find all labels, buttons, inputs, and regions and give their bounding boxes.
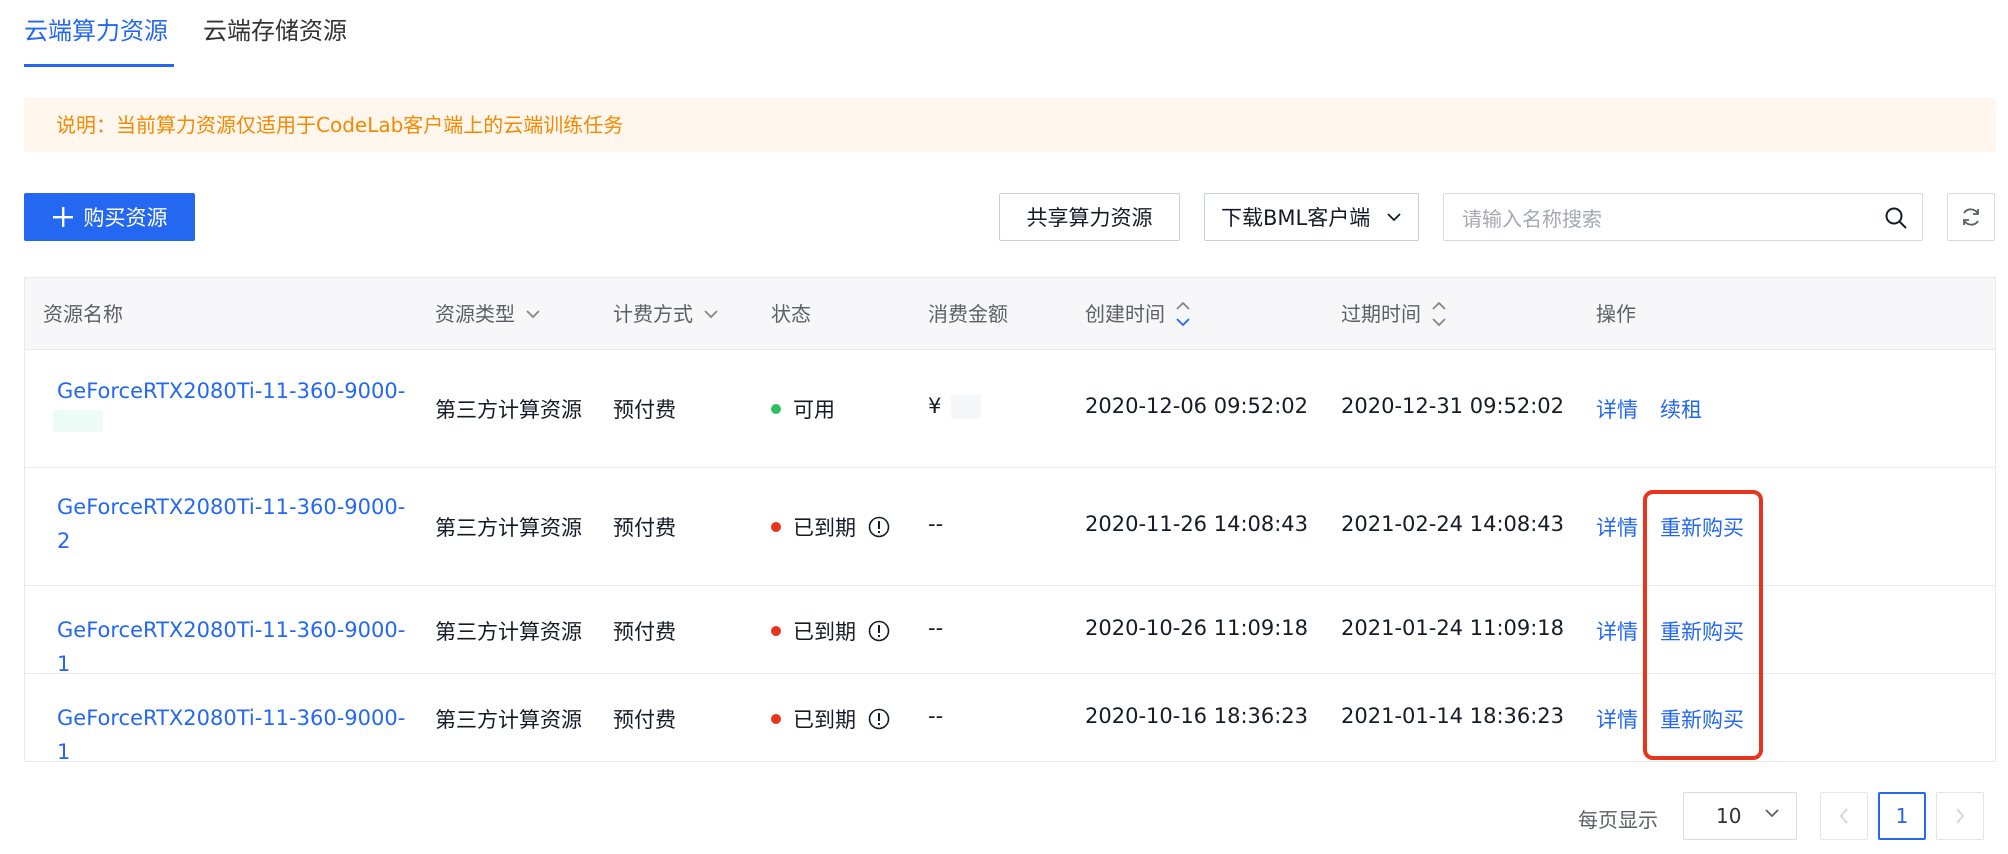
- page-size-select[interactable]: 10: [1683, 792, 1797, 840]
- masked-amount: [951, 395, 982, 419]
- resource-type: 第三方计算资源: [435, 516, 582, 540]
- billing-type: 预付费: [613, 620, 676, 644]
- warning-circle-icon[interactable]: [868, 516, 890, 538]
- download-client-dropdown[interactable]: 下载BML客户端: [1204, 193, 1419, 241]
- refresh-button[interactable]: [1947, 193, 1995, 241]
- billing-type: 预付费: [613, 708, 676, 732]
- expire-time: 2021-02-24 14:08:43: [1341, 512, 1565, 536]
- amount-cell: --: [928, 512, 944, 536]
- resource-name-link[interactable]: GeForceRTX2080Ti-11-360-9000-1: [57, 701, 417, 769]
- warning-circle-icon[interactable]: [868, 708, 890, 730]
- page-size-value: 10: [1716, 804, 1742, 828]
- annotation-highlight-box: [1643, 490, 1763, 760]
- buy-resource-label: 购买资源: [83, 206, 168, 230]
- status-dot-expired: [771, 626, 781, 636]
- resource-type: 第三方计算资源: [435, 620, 582, 644]
- chevron-down-icon: [526, 310, 540, 319]
- table-header: 资源名称 资源类型 计费方式 状态 消费金额 创建时间 过期时间 操作: [25, 278, 1995, 350]
- created-time: 2020-10-26 11:09:18: [1085, 616, 1309, 640]
- detail-link[interactable]: 详情: [1596, 512, 1638, 542]
- tab-compute-resources[interactable]: 云端算力资源: [24, 14, 168, 48]
- chevron-down-icon: [1765, 809, 1779, 818]
- status-dot-available: [771, 404, 781, 414]
- status-text: 已到期: [793, 516, 856, 540]
- chevron-down-icon: [1387, 213, 1401, 222]
- share-compute-button[interactable]: 共享算力资源: [999, 193, 1180, 241]
- amount-cell: --: [928, 616, 944, 640]
- amount-cell: --: [928, 704, 944, 728]
- detail-link[interactable]: 详情: [1596, 704, 1638, 734]
- tab-storage-resources[interactable]: 云端存储资源: [203, 14, 347, 48]
- resource-type: 第三方计算资源: [435, 398, 582, 422]
- resource-name-link[interactable]: GeForceRTX2080Ti-11-360-9000-2: [57, 490, 417, 558]
- created-time: 2020-10-16 18:36:23: [1085, 704, 1309, 728]
- chevron-right-icon: [1956, 808, 1965, 824]
- chevron-down-icon: [704, 310, 718, 319]
- notice-banner: 说明：当前算力资源仅适用于CodeLab客户端上的云端训练任务: [24, 98, 1996, 152]
- resource-name-link[interactable]: GeForceRTX2080Ti-11-360-9000-1: [57, 613, 417, 681]
- current-page-number: 1: [1895, 804, 1909, 828]
- share-compute-label: 共享算力资源: [1026, 206, 1153, 230]
- warning-circle-icon[interactable]: [868, 620, 890, 642]
- header-name: 资源名称: [43, 302, 123, 326]
- detail-link[interactable]: 详情: [1596, 394, 1638, 424]
- header-status: 状态: [771, 302, 811, 326]
- status-text: 已到期: [793, 708, 856, 732]
- created-time: 2020-11-26 14:08:43: [1085, 512, 1309, 536]
- expire-time: 2021-01-24 11:09:18: [1341, 616, 1565, 640]
- search-input[interactable]: [1460, 203, 1864, 235]
- table-row: GeForceRTX2080Ti-11-360-9000-1 第三方计算资源 预…: [25, 350, 1995, 468]
- resource-type: 第三方计算资源: [435, 708, 582, 732]
- amount-cell: ¥: [928, 394, 982, 419]
- buy-resource-button[interactable]: 购买资源: [24, 193, 195, 241]
- page-number-button[interactable]: 1: [1878, 792, 1926, 840]
- header-ops: 操作: [1596, 302, 1636, 326]
- detail-link[interactable]: 详情: [1596, 616, 1638, 646]
- billing-type: 预付费: [613, 516, 676, 540]
- status-text: 可用: [793, 398, 835, 422]
- plus-icon: [52, 207, 73, 227]
- chevron-left-icon: [1839, 808, 1848, 824]
- billing-type: 预付费: [613, 398, 676, 422]
- prev-page-button[interactable]: [1820, 792, 1868, 840]
- header-type[interactable]: 资源类型: [435, 278, 541, 350]
- status-cell: 已到期: [771, 704, 890, 734]
- created-time: 2020-12-06 09:52:02: [1085, 394, 1309, 418]
- status-dot-expired: [771, 714, 781, 724]
- resource-name-link[interactable]: GeForceRTX2080Ti-11-360-9000-1: [57, 374, 417, 442]
- per-page-label: 每页显示: [1578, 808, 1658, 832]
- header-created[interactable]: 创建时间: [1085, 278, 1191, 350]
- header-expire[interactable]: 过期时间: [1341, 278, 1447, 350]
- expire-time: 2020-12-31 09:52:02: [1341, 394, 1565, 418]
- active-tab-indicator: [24, 64, 174, 67]
- sort-icon: [1176, 301, 1190, 327]
- renew-link[interactable]: 续租: [1660, 394, 1702, 424]
- masked-text: [53, 410, 103, 432]
- refresh-icon: [1963, 208, 1979, 226]
- search-icon[interactable]: [1884, 206, 1908, 230]
- header-amount: 消费金额: [928, 302, 1008, 326]
- search-box: [1443, 193, 1923, 241]
- status-cell: 已到期: [771, 512, 890, 542]
- header-billing[interactable]: 计费方式: [613, 278, 719, 350]
- sort-icon: [1432, 301, 1446, 327]
- download-client-label: 下载BML客户端: [1221, 206, 1371, 230]
- status-text: 已到期: [793, 620, 856, 644]
- next-page-button[interactable]: [1936, 792, 1984, 840]
- status-dot-expired: [771, 522, 781, 532]
- expire-time: 2021-01-14 18:36:23: [1341, 704, 1565, 728]
- status-cell: 已到期: [771, 616, 890, 646]
- status-cell: 可用: [771, 394, 835, 424]
